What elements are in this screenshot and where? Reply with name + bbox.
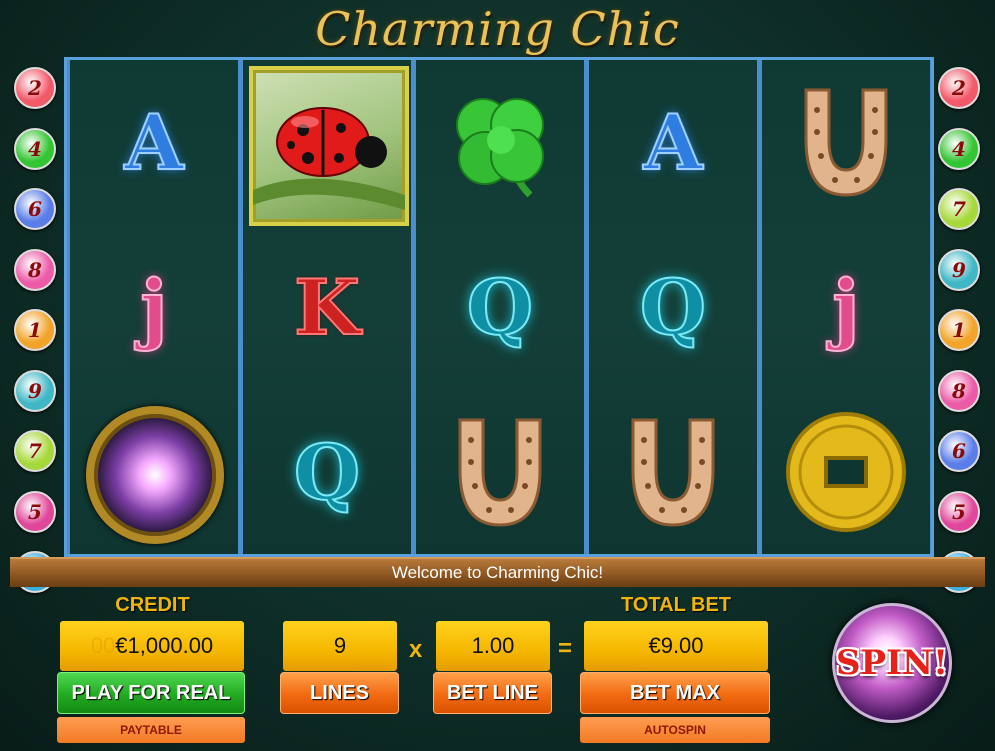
reel-4-symbol-1: A (589, 60, 757, 225)
autospin-button[interactable]: AUTOSPIN (580, 717, 770, 743)
spin-label: SPIN! (835, 643, 949, 683)
payline-right-5[interactable]: 1 (938, 309, 980, 351)
payline-left-1[interactable]: 2 (14, 67, 56, 109)
lines-button[interactable]: LINES (280, 672, 399, 714)
reel-4-symbol-3 (589, 390, 757, 555)
credit-value: €1,000.00 (115, 633, 214, 658)
payline-left-7[interactable]: 7 (14, 430, 56, 472)
payline-left-6[interactable]: 9 (14, 369, 56, 412)
payline-right-6[interactable]: 8 (938, 369, 980, 412)
reel-1-symbol-1: A (70, 60, 238, 225)
reel-5-symbol-3 (762, 390, 930, 555)
bet-max-button[interactable]: BET MAX (580, 672, 770, 714)
reel-3-symbol-1 (416, 60, 584, 225)
payline-right-4[interactable]: 9 (938, 248, 980, 291)
horseshoe-icon (435, 400, 565, 545)
reel-3-symbol-2: Q (416, 225, 584, 390)
payline-right-1[interactable]: 2 (938, 67, 980, 109)
payline-left-3[interactable]: 6 (14, 188, 56, 230)
paytable-button[interactable]: PAYTABLE (57, 717, 245, 743)
symbol-letter: A (124, 97, 185, 188)
total-bet-display: €9.00 (584, 621, 768, 671)
payline-right-8[interactable]: 5 (938, 490, 980, 533)
payline-left-8[interactable]: 5 (14, 490, 56, 533)
orb-icon (86, 406, 224, 544)
payline-left-5[interactable]: 1 (14, 309, 56, 351)
coin-icon (781, 400, 911, 545)
reel-2-symbol-2: K (243, 225, 411, 390)
reel-1: Aj (70, 60, 238, 554)
payline-right-7[interactable]: 6 (938, 430, 980, 472)
bet-line-display: 1.00 (436, 621, 550, 671)
symbol-letter: Q (293, 427, 361, 518)
reel-2: KQ (243, 60, 411, 554)
symbol-letter: K (293, 262, 361, 353)
clover-icon (435, 70, 565, 215)
reel-3-symbol-3 (416, 390, 584, 555)
reel-2-symbol-3: Q (243, 390, 411, 555)
payline-right-2[interactable]: 4 (938, 127, 980, 170)
ladybug-icon (249, 66, 409, 226)
symbol-letter: A (643, 97, 704, 188)
payline-left-4[interactable]: 8 (14, 248, 56, 291)
reel-4-symbol-2: Q (589, 225, 757, 390)
symbol-letter: j (139, 262, 168, 353)
spin-button[interactable]: SPIN! (832, 603, 952, 723)
reel-5-symbol-2: j (762, 225, 930, 390)
play-for-real-button[interactable]: PLAY FOR REAL (57, 672, 245, 714)
payline-left-2[interactable]: 4 (14, 127, 56, 170)
message-bar: Welcome to Charming Chic! (10, 557, 985, 587)
game-title: Charming Chic (315, 2, 680, 56)
symbol-letter: j (831, 262, 860, 353)
horseshoe-icon (608, 400, 738, 545)
equals-sign: = (558, 635, 573, 662)
credit-ghost-digits: 00 (90, 633, 116, 658)
horseshoe-icon (781, 70, 911, 215)
lines-display: 9 (283, 621, 397, 671)
reel-4: AQ (589, 60, 757, 554)
symbol-letter: Q (466, 262, 534, 353)
total-bet-label: TOTAL BET (621, 594, 731, 616)
reel-area: Aj KQ Q AQ j (64, 57, 934, 557)
reel-1-symbol-2: j (70, 225, 238, 390)
reel-3: Q (416, 60, 584, 554)
reel-5-symbol-1 (762, 60, 930, 225)
symbol-letter: Q (639, 262, 707, 353)
credit-label: CREDIT (115, 594, 190, 616)
multiply-sign: x (409, 636, 423, 663)
credit-display: 00 €1,000.00 (60, 621, 244, 671)
paylines-left: 246819753 (14, 67, 60, 612)
payline-right-3[interactable]: 7 (938, 188, 980, 230)
paylines-right: 247918653 (938, 67, 984, 612)
reel-5: j (762, 60, 930, 554)
bet-line-button[interactable]: BET LINE (433, 672, 552, 714)
